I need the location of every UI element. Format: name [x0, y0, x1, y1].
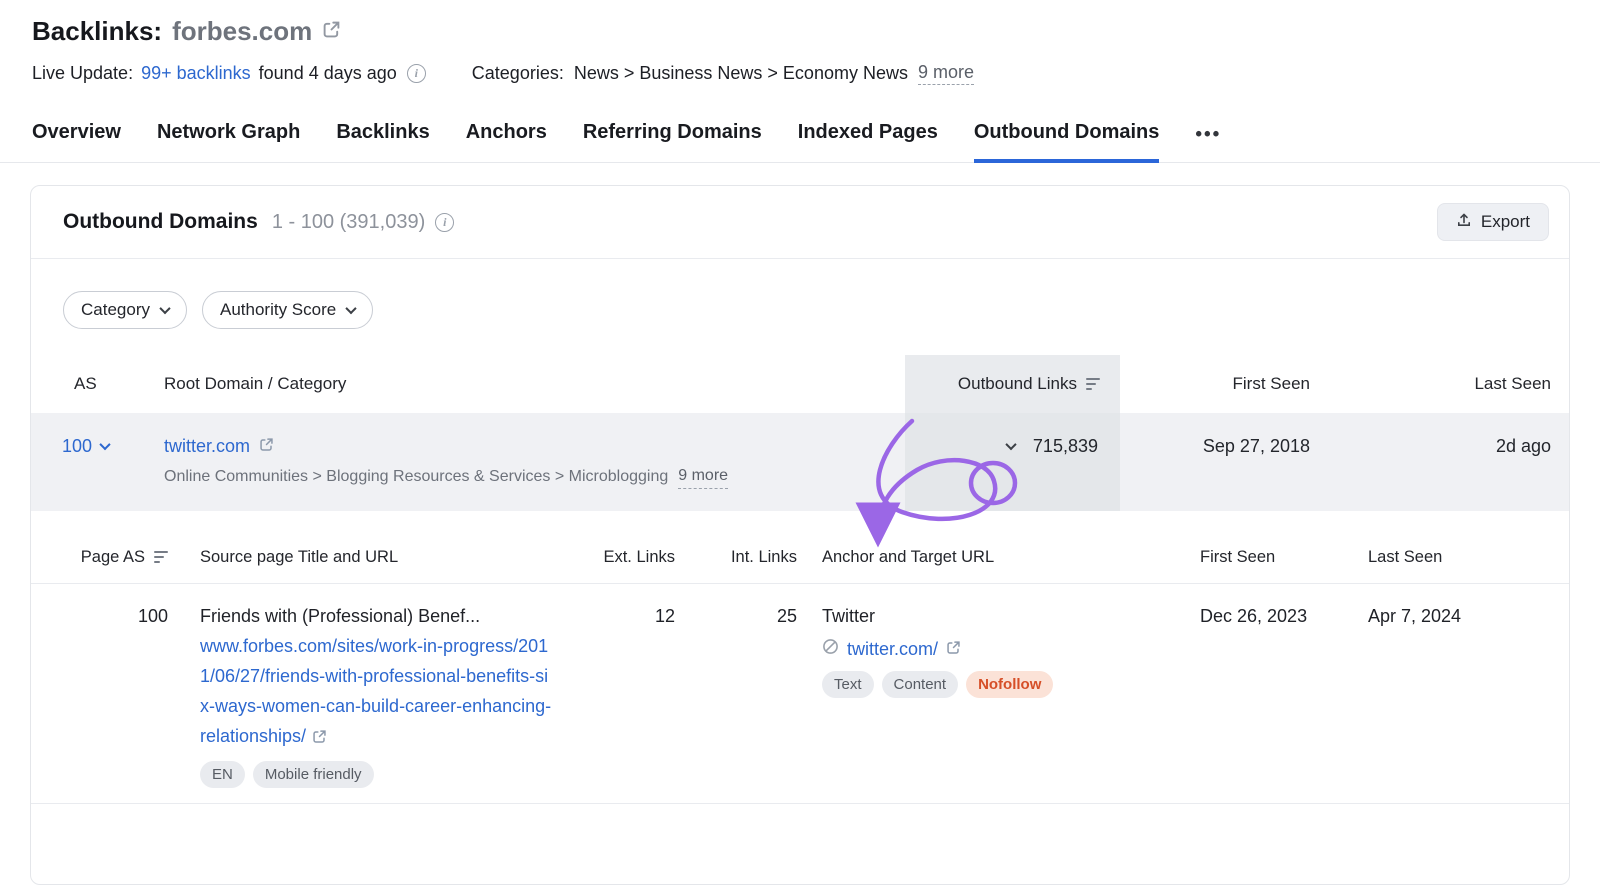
tab-anchors[interactable]: Anchors [466, 121, 547, 163]
categories-label: Categories: [471, 63, 564, 83]
last-seen-value: 2d ago [1495, 436, 1551, 456]
export-icon [1456, 212, 1472, 233]
col-source-page: Source page Title and URL [200, 547, 399, 566]
anchor-text: Twitter [822, 606, 876, 626]
page-meta-row: Live Update: 99+ backlinks found 4 days … [32, 62, 1568, 85]
categories-path: News > Business News > Economy News [573, 63, 908, 83]
target-url-link[interactable]: twitter.com/ [847, 634, 938, 664]
tab-network-graph[interactable]: Network Graph [157, 121, 300, 163]
collapse-row-chevron[interactable] [1005, 438, 1017, 451]
sort-icon[interactable] [1086, 378, 1100, 390]
external-link-icon[interactable] [259, 432, 274, 460]
category-more-link[interactable]: 9 more [678, 465, 729, 489]
outbound-domains-card: Outbound Domains 1 - 100 (391,039) i Exp… [30, 185, 1570, 885]
page-title-domain: forbes.com [172, 16, 313, 46]
col-sub-last-seen: Last Seen [1368, 547, 1443, 566]
sub-last-seen-value: Apr 7, 2024 [1368, 606, 1462, 626]
domain-category-path: Online Communities > Blogging Resources … [164, 468, 669, 485]
page-title: Backlinks: forbes.com [32, 16, 312, 47]
col-first-seen: First Seen [1232, 374, 1310, 393]
export-label: Export [1480, 212, 1530, 231]
categories-more-link[interactable]: 9 more [917, 62, 974, 85]
result-range: 1 - 100 (391,039) [271, 210, 426, 233]
category-filter-label: Category [81, 300, 150, 319]
col-page-as-label: Page AS [80, 547, 145, 566]
filters-bar: Category Authority Score [31, 259, 1569, 355]
card-title: Outbound Domains [63, 210, 258, 233]
main-table-header: AS Root Domain / Category Outbound Links… [31, 355, 1569, 413]
col-last-seen: Last Seen [1474, 374, 1551, 393]
page-as-value: 100 [137, 606, 168, 626]
chevron-down-icon [345, 302, 357, 315]
mobile-friendly-badge: Mobile friendly [252, 761, 374, 788]
info-icon[interactable]: i [406, 64, 426, 83]
authority-score-dropdown[interactable]: 100 [62, 432, 111, 460]
link-placement-badge: Content [881, 671, 959, 698]
external-link-icon [312, 728, 327, 748]
live-update-suffix: found 4 days ago [258, 63, 397, 83]
col-outbound-links[interactable]: Outbound Links [905, 355, 1120, 413]
authority-score-value: 100 [62, 436, 93, 456]
tab-referring-domains[interactable]: Referring Domains [583, 121, 762, 163]
nofollow-icon [822, 634, 839, 664]
tabs-more-icon[interactable]: ••• [1195, 124, 1221, 163]
tab-indexed-pages[interactable]: Indexed Pages [798, 121, 938, 163]
root-domain-link[interactable]: twitter.com [164, 432, 250, 460]
sub-first-seen-value: Dec 26, 2023 [1200, 606, 1308, 626]
card-header: Outbound Domains 1 - 100 (391,039) i Exp… [31, 186, 1569, 259]
col-ext-links: Ext. Links [603, 547, 675, 566]
col-as: AS [74, 374, 97, 393]
authority-score-filter-label: Authority Score [219, 300, 337, 319]
sub-table-header: Page AS Source page Title and URL Ext. L… [31, 531, 1569, 584]
domain-row-twitter: 100 twitter.com Online Communities > Blo… [31, 413, 1569, 511]
tab-overview[interactable]: Overview [32, 121, 121, 163]
sort-icon[interactable] [154, 551, 168, 563]
first-seen-value: Sep 27, 2018 [1202, 436, 1310, 456]
source-page-url-link[interactable]: www.forbes.com/sites/work-in-progress/20… [200, 631, 552, 753]
col-page-as[interactable]: Page AS [63, 531, 168, 583]
external-link-icon[interactable] [946, 634, 961, 664]
link-type-badge: Text [822, 671, 874, 698]
authority-score-filter-dropdown[interactable]: Authority Score [201, 291, 374, 329]
live-update-backlinks-link[interactable]: 99+ backlinks [141, 63, 251, 84]
col-outbound-links-label: Outbound Links [957, 374, 1077, 393]
chevron-down-icon [1005, 438, 1017, 451]
categories-group: Categories: News > Business News > Econo… [472, 62, 974, 85]
tab-backlinks[interactable]: Backlinks [336, 121, 429, 163]
source-page-url: www.forbes.com/sites/work-in-progress/20… [200, 636, 552, 746]
int-links-value: 25 [776, 606, 797, 626]
outbound-links-count: 715,839 [1032, 436, 1098, 456]
chevron-down-icon [99, 438, 111, 451]
ext-links-value: 12 [654, 606, 675, 626]
report-tabs: Overview Network Graph Backlinks Anchors… [0, 121, 1600, 163]
tab-outbound-domains[interactable]: Outbound Domains [973, 121, 1160, 163]
live-update-label: Live Update: [32, 63, 134, 83]
backlink-row: 100 Friends with (Professional) Benef...… [31, 584, 1569, 804]
external-link-icon[interactable] [322, 20, 341, 44]
export-button[interactable]: Export [1436, 203, 1549, 241]
col-int-links: Int. Links [730, 547, 797, 566]
language-badge: EN [200, 761, 245, 788]
info-icon[interactable]: i [435, 212, 455, 232]
backlinks-outbound-domains-page: Backlinks: forbes.com Live Update: 99+ b… [0, 0, 1600, 885]
page-title-label: Backlinks: [32, 16, 163, 46]
col-root-domain: Root Domain / Category [164, 374, 347, 393]
col-anchor-target: Anchor and Target URL [822, 547, 995, 566]
category-filter-dropdown[interactable]: Category [63, 291, 187, 329]
source-page-title: Friends with (Professional) Benef... [200, 606, 481, 626]
nofollow-badge: Nofollow [966, 671, 1054, 698]
chevron-down-icon [159, 302, 171, 315]
page-header: Backlinks: forbes.com Live Update: 99+ b… [0, 0, 1600, 85]
col-sub-first-seen: First Seen [1200, 547, 1276, 566]
